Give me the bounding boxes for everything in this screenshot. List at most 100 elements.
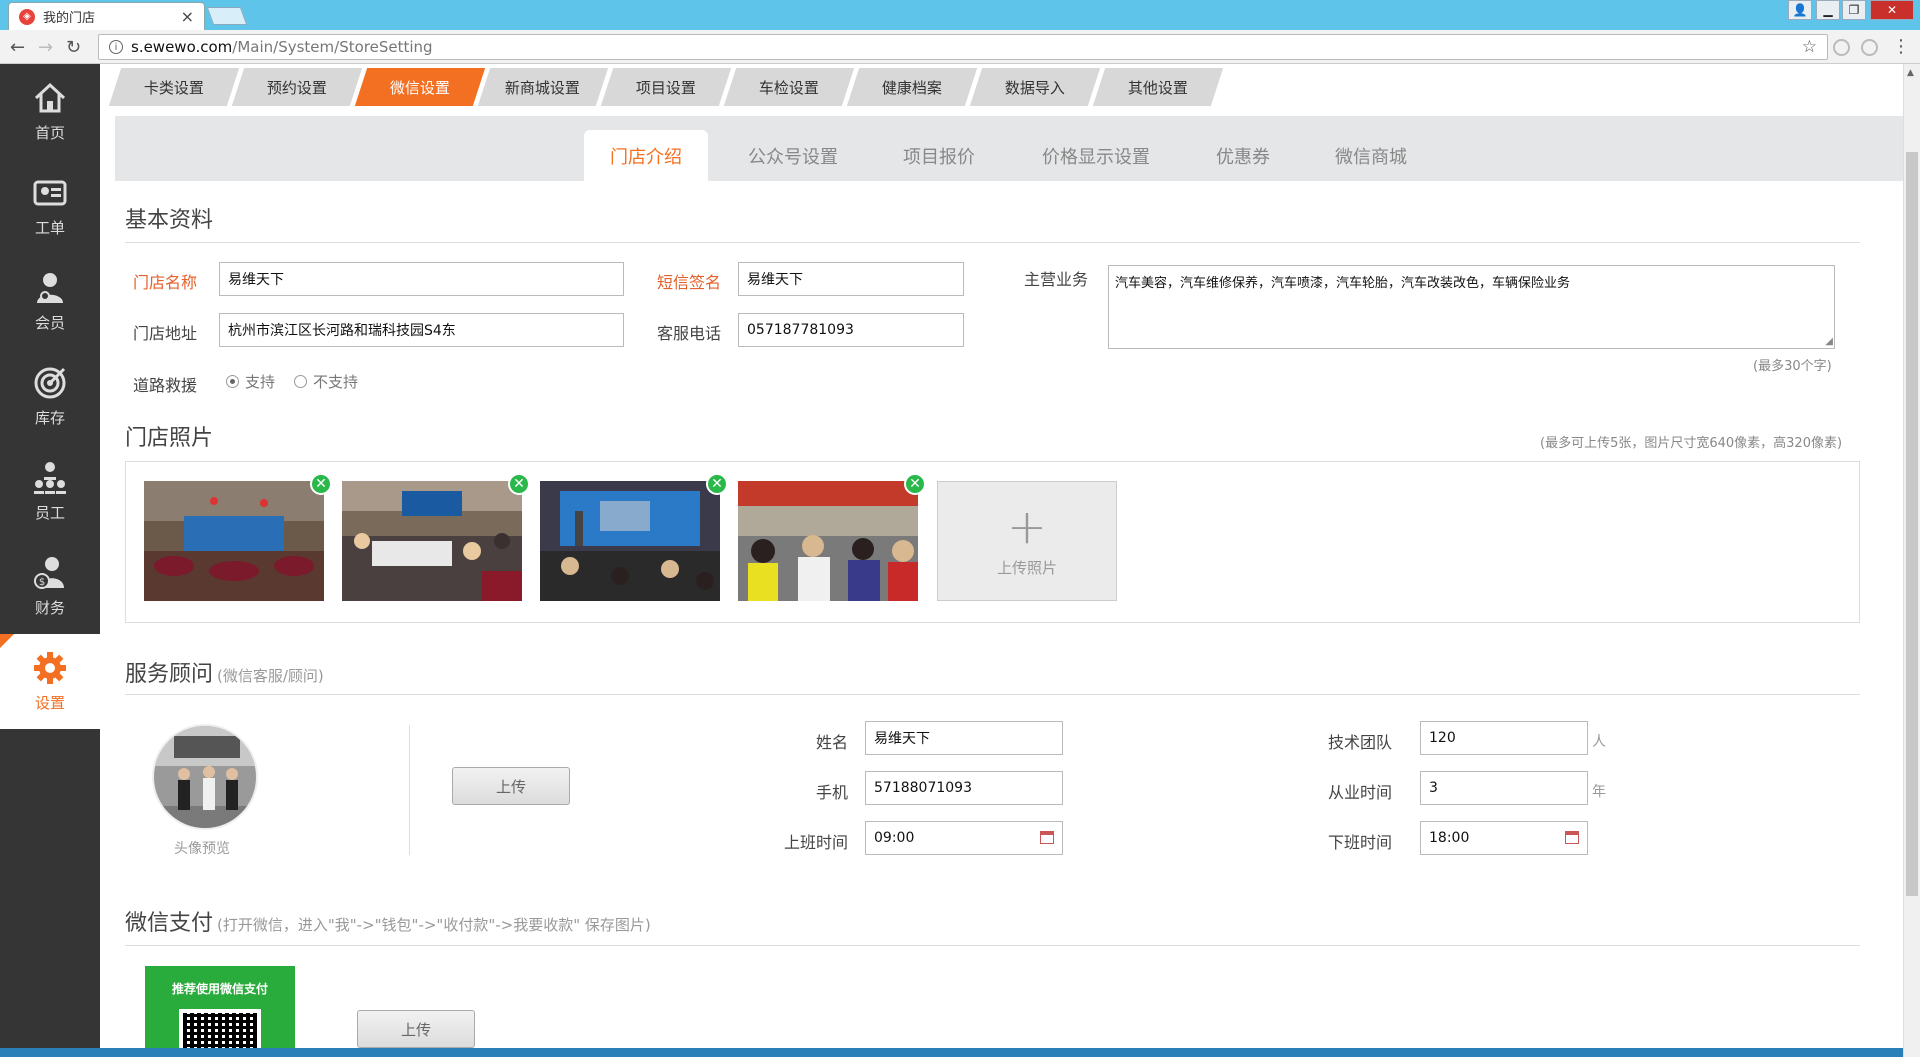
delete-photo-icon[interactable]: ✕	[508, 473, 530, 495]
tab-other-settings[interactable]: 其他设置	[1092, 68, 1224, 106]
extension-icon[interactable]	[1833, 39, 1850, 56]
sidebar-item-settings[interactable]: 设置	[0, 634, 100, 729]
sidebar-item-work-order[interactable]: 工单	[0, 159, 100, 254]
store-photo-image	[738, 481, 918, 601]
years-label: 从业时间	[1328, 783, 1393, 802]
scroll-thumb[interactable]	[1906, 152, 1918, 896]
sms-sign-input[interactable]: 易维天下	[738, 262, 964, 296]
upload-avatar-button[interactable]: 上传	[452, 767, 570, 805]
address-label: 门店地址	[133, 324, 198, 343]
home-icon	[34, 82, 66, 113]
rescue-label: 道路救援	[133, 376, 198, 395]
sidebar-item-label: 库存	[34, 409, 65, 427]
wxpay-title: 微信支付	[125, 911, 214, 936]
mobile-label: 手机	[816, 783, 849, 802]
browser-tab[interactable]: ◈ 我的门店 ×	[8, 2, 205, 30]
os-taskbar	[0, 1048, 1903, 1057]
tab-close-icon[interactable]: ×	[181, 7, 194, 26]
tab-label: 预约设置	[266, 78, 327, 97]
store-photo	[738, 481, 918, 601]
business-hint: (最多30个字)	[1753, 359, 1832, 374]
minimize-button[interactable]: ▁	[1816, 0, 1840, 20]
calendar-icon[interactable]	[1565, 831, 1579, 844]
rescue-no-radio[interactable]: 不支持	[294, 371, 358, 392]
divider	[125, 945, 1860, 946]
user-icon[interactable]: 👤	[1788, 0, 1812, 20]
delete-photo-icon[interactable]: ✕	[904, 473, 926, 495]
browser-menu-icon[interactable]: ⋮	[1892, 36, 1910, 57]
sidebar-item-finance[interactable]: $ 财务	[0, 539, 100, 634]
forward-icon[interactable]: →	[38, 37, 53, 58]
tab-data-import[interactable]: 数据导入	[969, 68, 1101, 106]
team-input[interactable]: 120	[1420, 721, 1588, 755]
subtab-official-account[interactable]: 公众号设置	[748, 130, 838, 181]
years-input[interactable]: 3	[1420, 771, 1588, 805]
wxpay-qr-card: 推荐使用微信支付	[145, 966, 295, 1057]
rescue-yes-radio[interactable]: 支持	[226, 371, 275, 392]
extension-icon[interactable]	[1861, 39, 1878, 56]
calendar-icon[interactable]	[1040, 831, 1054, 844]
photo-gallery: ✕ ✕ ✕ ✕ + 上传照片	[125, 461, 1860, 623]
section-title-basic: 基本资料	[125, 208, 214, 233]
site-favicon-icon: ◈	[19, 8, 35, 25]
store-photo	[144, 481, 324, 601]
delete-photo-icon[interactable]: ✕	[706, 473, 728, 495]
phone-input[interactable]: 057187781093	[738, 313, 964, 347]
business-textarea[interactable]: 汽车美容，汽车维修保养，汽车喷漆，汽车轮胎，汽车改装改色，车辆保险业务 ◢	[1108, 265, 1835, 349]
new-tab-button[interactable]	[206, 7, 248, 25]
sidebar-item-home[interactable]: 首页	[0, 64, 100, 159]
tab-card-settings[interactable]: 卡类设置	[108, 68, 240, 106]
mobile-input[interactable]: 57188071093	[865, 771, 1063, 805]
section-title-photos: 门店照片	[125, 426, 214, 451]
scroll-up-icon[interactable]: ▲	[1907, 68, 1914, 78]
store-photo-image	[342, 481, 522, 601]
tab-health-records[interactable]: 健康档案	[846, 68, 978, 106]
name-input[interactable]: 易维天下	[865, 721, 1063, 755]
subtab-project-quote[interactable]: 项目报价	[903, 130, 975, 181]
inventory-icon	[34, 367, 66, 399]
subtab-coupons[interactable]: 优惠券	[1216, 130, 1270, 181]
tab-wechat-settings[interactable]: 微信设置	[354, 68, 486, 106]
close-window-button[interactable]: ✕	[1870, 0, 1914, 20]
sidebar-item-inventory[interactable]: 库存	[0, 349, 100, 444]
delete-photo-icon[interactable]: ✕	[310, 473, 332, 495]
wxpay-card-text: 推荐使用微信支付	[171, 982, 268, 996]
member-icon	[37, 273, 63, 303]
sidebar-item-staff[interactable]: 员工	[0, 444, 100, 539]
section-title-advisor: 服务顾问 (微信客服/顾问)	[125, 656, 324, 688]
tab-booking-settings[interactable]: 预约设置	[231, 68, 363, 106]
tab-label: 新商城设置	[505, 78, 581, 97]
store-photo-image	[144, 481, 324, 601]
tab-label: 健康档案	[881, 78, 942, 97]
name-label: 姓名	[816, 733, 849, 752]
phone-label: 客服电话	[657, 324, 722, 343]
url-input[interactable]: i s.ewewo.com/Main/System/StoreSetting ☆	[98, 34, 1828, 60]
restore-button[interactable]: ❐	[1842, 0, 1866, 20]
subtab-wechat-mall[interactable]: 微信商城	[1335, 130, 1407, 181]
upload-wxpay-button[interactable]: 上传	[357, 1010, 475, 1048]
bookmark-star-icon[interactable]: ☆	[1802, 37, 1817, 57]
address-bar: ← → ↻ i s.ewewo.com/Main/System/StoreSet…	[0, 30, 1920, 64]
reload-icon[interactable]: ↻	[66, 37, 81, 58]
tab-new-mall-settings[interactable]: 新商城设置	[477, 68, 609, 106]
resize-handle-icon[interactable]: ◢	[1825, 336, 1833, 347]
tab-project-settings[interactable]: 项目设置	[600, 68, 732, 106]
tab-inspection-settings[interactable]: 车检设置	[723, 68, 855, 106]
back-icon[interactable]: ←	[10, 37, 25, 58]
avatar-caption: 头像预览	[174, 841, 230, 857]
radio-label: 支持	[245, 373, 276, 391]
address-input[interactable]: 杭州市滨江区长河路和瑞科技园S4东	[219, 313, 624, 347]
store-name-input[interactable]: 易维天下	[219, 262, 624, 296]
sidebar-item-label: 会员	[34, 314, 65, 332]
end-time-input[interactable]: 18:00	[1420, 821, 1588, 855]
page-scrollbar[interactable]: ▲	[1903, 64, 1920, 1057]
upload-photo-button[interactable]: + 上传照片	[937, 481, 1117, 601]
subtab-price-display[interactable]: 价格显示设置	[1042, 130, 1150, 181]
sidebar-item-label: 设置	[34, 694, 65, 712]
finance-icon: $	[34, 557, 64, 589]
business-label: 主营业务	[1024, 270, 1089, 289]
subtab-store-intro[interactable]: 门店介绍	[584, 130, 708, 181]
sidebar-item-member[interactable]: 会员	[0, 254, 100, 349]
start-time-input[interactable]: 09:00	[865, 821, 1063, 855]
info-icon[interactable]: i	[109, 40, 123, 54]
